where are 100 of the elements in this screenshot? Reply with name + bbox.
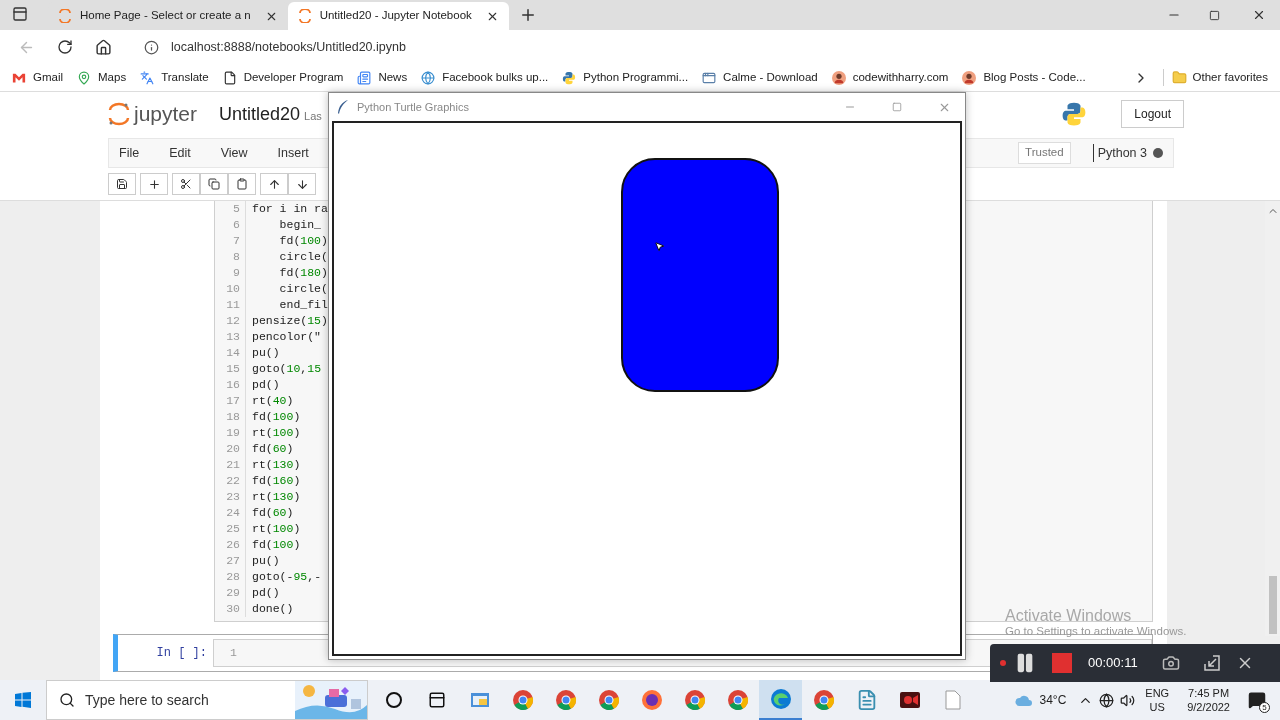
notebook-title[interactable]: Untitled20: [219, 100, 301, 128]
bookmark[interactable]: Translate: [140, 68, 209, 87]
globe-icon: [421, 70, 436, 85]
code-line: pensize(15): [252, 313, 328, 329]
clock-time[interactable]: 7:45 PM: [1188, 686, 1230, 700]
avatar-icon: [962, 70, 977, 85]
bookmark[interactable]: Developer Program: [222, 68, 344, 87]
code-line: circle(: [278, 249, 328, 265]
map-pin-icon: [77, 70, 92, 85]
menu-item[interactable]: View: [220, 143, 248, 163]
move-down-button[interactable]: [288, 173, 316, 195]
code-line: fd(160): [252, 473, 302, 489]
news-icon: [357, 70, 372, 85]
close-icon[interactable]: [1252, 8, 1266, 22]
code-line: rt(130): [252, 489, 302, 505]
checkpoint-text: Las: [304, 108, 322, 124]
line-number: 10: [226, 281, 240, 297]
temperature[interactable]: 34°C: [1039, 691, 1067, 709]
clock-date[interactable]: 9/2/2022: [1187, 700, 1230, 714]
camera-icon: [898, 689, 921, 711]
code-line: fd(60): [252, 505, 295, 521]
menu-item[interactable]: Insert: [277, 143, 309, 163]
line-number: 25: [226, 521, 240, 537]
bookmark[interactable]: Facebook bulks up...: [421, 68, 549, 87]
notifications-icon[interactable]: [1248, 691, 1266, 709]
paste-button[interactable]: [228, 173, 256, 195]
tab-logo-icon: [58, 9, 72, 23]
code-line: pu(): [252, 553, 281, 569]
reload-icon[interactable]: [57, 39, 73, 55]
cut-button[interactable]: [172, 173, 200, 195]
save-button[interactable]: [108, 173, 136, 195]
line-number: 13: [226, 329, 240, 345]
bookmark[interactable]: codewithharry.com: [831, 68, 949, 87]
code-line: fd(100): [278, 233, 328, 249]
line-number: 21: [226, 457, 240, 473]
code-line: pd(): [252, 585, 281, 601]
line-number: 22: [226, 473, 240, 489]
line-number: 6: [233, 217, 240, 233]
scroll-thumb[interactable]: [1268, 576, 1277, 634]
menu-item[interactable]: File: [119, 143, 140, 163]
feather-icon: [337, 100, 349, 114]
move-up-button[interactable]: [260, 173, 288, 195]
bookmark[interactable]: Blog Posts - Code...: [962, 68, 1086, 87]
info-icon[interactable]: [144, 39, 159, 55]
code-line: for i in ra: [252, 201, 328, 217]
bookmark-folder[interactable]: Other favorites: [1162, 68, 1268, 87]
clipboard-icon: [236, 178, 248, 190]
home-icon[interactable]: [95, 38, 112, 56]
browser-icon: [597, 689, 620, 711]
code-line: end_fil: [278, 297, 328, 313]
bookmark[interactable]: News: [357, 68, 408, 87]
line-number: 30: [226, 601, 240, 617]
browser-icon: [683, 689, 706, 711]
region[interactable]: US: [1149, 700, 1165, 714]
bookmark[interactable]: Maps: [77, 68, 127, 87]
network-icon[interactable]: [1099, 692, 1115, 708]
browser-icon: [554, 689, 577, 711]
line-number: 16: [226, 377, 240, 393]
browser-icon: [812, 689, 835, 711]
bookmark[interactable]: Gmail: [12, 68, 64, 87]
scissors-icon: [180, 178, 192, 190]
bookmark[interactable]: Python Programmi...: [562, 68, 689, 87]
copy-icon: [208, 178, 220, 190]
document-icon: [944, 690, 961, 710]
line-number: 9: [233, 265, 240, 281]
arrow-up-icon: [267, 177, 281, 191]
line-number: 19: [226, 425, 240, 441]
line-number: 18: [226, 409, 240, 425]
tab-actions-icon[interactable]: [12, 6, 28, 22]
folder-icon: [1171, 70, 1187, 85]
arrow-down-icon: [295, 177, 309, 191]
task-view-icon: [427, 691, 446, 709]
start-icon[interactable]: [15, 692, 31, 708]
python-logo-icon: [1061, 101, 1088, 127]
code-line: begin_: [278, 217, 322, 233]
restore-icon[interactable]: [1209, 10, 1220, 21]
activation-title: Activate Windows: [1005, 607, 1133, 625]
menu-item[interactable]: Edit: [169, 143, 191, 163]
line-number: 17: [226, 393, 240, 409]
recording-time: 00:00:11: [1088, 654, 1138, 673]
line-number: 14: [226, 345, 240, 361]
add-cell-button[interactable]: [140, 173, 168, 195]
camera-icon[interactable]: [1161, 654, 1180, 672]
code-line: pd(): [252, 377, 281, 393]
code-line: goto(-95,-: [252, 569, 323, 585]
bookmark[interactable]: Calme - Download: [702, 68, 818, 87]
code-line: fd(180): [278, 265, 328, 281]
browser-tab[interactable]: Untitled20 - Jupyter Notebook: [287, 2, 509, 30]
code-line: fd(60): [252, 441, 295, 457]
tab-title: Home Page - Select or create a n: [80, 8, 251, 24]
line-number: 12: [226, 313, 240, 329]
minimize-to-corner-icon[interactable]: [1203, 655, 1220, 671]
logout-button[interactable]: Logout: [1121, 100, 1184, 128]
speaker-icon[interactable]: [1120, 692, 1136, 708]
language[interactable]: ENG: [1145, 686, 1170, 700]
code-line: done(): [252, 601, 295, 617]
jupyter-logo[interactable]: jupyter: [108, 98, 198, 130]
trusted-badge: Trusted: [1018, 142, 1071, 164]
kernel-name[interactable]: Python 3: [1097, 143, 1147, 163]
search-field[interactable]: Type here to search: [46, 680, 368, 720]
